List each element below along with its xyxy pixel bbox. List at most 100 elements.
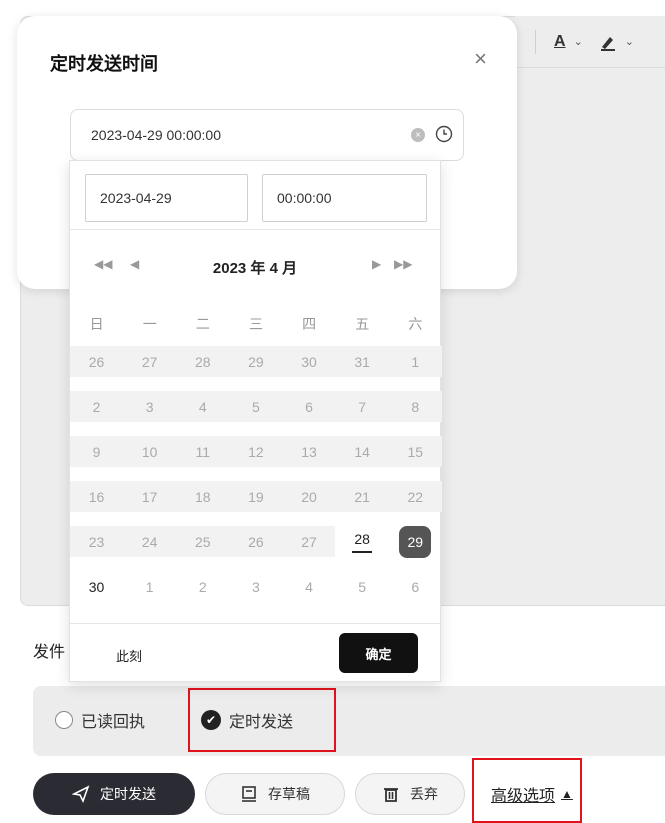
calendar-day-number: 18 — [195, 488, 211, 505]
calendar-day[interactable]: 10 — [123, 429, 176, 474]
font-color-icon[interactable]: A — [554, 33, 566, 51]
calendar-day[interactable]: 27 — [123, 339, 176, 384]
calendar-day-number: 5 — [252, 398, 260, 415]
calendar-day[interactable]: 6 — [283, 384, 336, 429]
calendar-day[interactable]: 9 — [70, 429, 123, 474]
calendar-day[interactable]: 28 — [176, 339, 229, 384]
scheduled-send-button[interactable]: 定时发送 — [33, 773, 195, 815]
weekday-header: 日 一 二 三 四 五 六 — [70, 309, 442, 339]
clear-icon[interactable]: × — [411, 128, 425, 142]
calendar-day[interactable]: 12 — [229, 429, 282, 474]
chevron-down-icon[interactable]: ⌄ — [574, 35, 583, 48]
calendar-day[interactable]: 2 — [176, 564, 229, 609]
calendar-day[interactable]: 20 — [283, 474, 336, 519]
calendar-week-row: 9 10 11 12 13 14 15 — [70, 429, 442, 474]
calendar-day-number: 10 — [141, 443, 158, 460]
calendar-day[interactable]: 14 — [336, 429, 389, 474]
calendar-day[interactable]: 7 — [336, 384, 389, 429]
now-button[interactable]: 此刻 — [116, 646, 142, 665]
calendar-day-number: 30 — [88, 578, 105, 595]
calendar-day-number: 26 — [88, 353, 105, 370]
calendar-day[interactable]: 27 — [283, 519, 336, 564]
calendar-day[interactable]: 28 — [336, 519, 389, 564]
calendar-day[interactable]: 30 — [283, 339, 336, 384]
calendar-day-number: 1 — [411, 353, 420, 370]
calendar-day[interactable]: 19 — [229, 474, 282, 519]
chevron-down-icon[interactable]: ⌄ — [625, 35, 634, 48]
calendar-week-row: 2 3 4 5 6 7 8 — [70, 384, 442, 429]
next-month-icon[interactable]: ▶ — [372, 257, 381, 271]
highlighter-icon[interactable] — [599, 33, 617, 51]
calendar-day-number: 28 — [352, 531, 372, 553]
calendar-day-number: 11 — [195, 443, 211, 460]
confirm-button[interactable]: 确定 — [339, 633, 418, 673]
calendar-day[interactable]: 21 — [336, 474, 389, 519]
date-time-picker: 2023-04-29 00:00:00 ◀◀ ◀ 2023 年 4 月 ▶ ▶▶… — [69, 160, 442, 682]
calendar-day[interactable]: 26 — [70, 339, 123, 384]
calendar-day[interactable]: 30 — [70, 564, 123, 609]
calendar-day[interactable]: 16 — [70, 474, 123, 519]
calendar-day[interactable]: 1 — [123, 564, 176, 609]
save-draft-label: 存草稿 — [268, 786, 310, 802]
read-receipt-label: 已读回执 — [81, 714, 146, 731]
calendar-day[interactable]: 29 — [389, 519, 442, 564]
calendar-day[interactable]: 5 — [229, 384, 282, 429]
calendar-day[interactable]: 24 — [123, 519, 176, 564]
calendar-day[interactable]: 31 — [336, 339, 389, 384]
calendar-day[interactable]: 11 — [176, 429, 229, 474]
picker-divider — [70, 229, 440, 230]
calendar-grid: 日 一 二 三 四 五 六 26 27 28 29 30 31 1 2 3 4 5 6 7 8 9 10 11 1… — [70, 309, 442, 609]
calendar-day-number: 19 — [248, 488, 264, 505]
calendar-day[interactable]: 17 — [123, 474, 176, 519]
calendar-day[interactable]: 3 — [229, 564, 282, 609]
clock-icon[interactable] — [435, 125, 453, 143]
date-input[interactable]: 2023-04-29 — [85, 174, 248, 222]
calendar-day[interactable]: 8 — [389, 384, 442, 429]
calendar-day[interactable]: 4 — [176, 384, 229, 429]
calendar-day-number: 4 — [305, 578, 313, 595]
calendar-day-number: 2 — [198, 578, 207, 595]
calendar-day-number: 3 — [252, 578, 260, 595]
calendar-day[interactable]: 15 — [389, 429, 442, 474]
next-year-icon[interactable]: ▶▶ — [394, 257, 412, 271]
calendar-day-number: 26 — [248, 533, 264, 550]
toolbar-separator — [535, 29, 536, 54]
calendar-day-number: 3 — [145, 398, 154, 415]
radio-unchecked-icon[interactable] — [55, 711, 73, 729]
calendar-day[interactable]: 5 — [336, 564, 389, 609]
time-input[interactable]: 00:00:00 — [262, 174, 427, 222]
calendar-day[interactable]: 1 — [389, 339, 442, 384]
advanced-options-panel: 已读回执 ✔ 定时发送 — [33, 686, 665, 756]
calendar-day[interactable]: 29 — [229, 339, 282, 384]
calendar-day[interactable]: 22 — [389, 474, 442, 519]
calendar-day-number: 20 — [301, 488, 317, 505]
calendar-weeks: 26 27 28 29 30 31 1 2 3 4 5 6 7 8 9 10 11 12 13 14 15 16 17 18 1… — [70, 339, 442, 609]
calendar-day[interactable]: 4 — [283, 564, 336, 609]
calendar-day-number: 27 — [301, 533, 317, 550]
calendar-day-number: 4 — [198, 398, 207, 415]
datetime-input[interactable]: 2023-04-29 00:00:00 × — [70, 109, 464, 161]
calendar-day-number: 24 — [141, 533, 158, 550]
calendar-day-number: 12 — [248, 443, 264, 460]
calendar-day[interactable]: 18 — [176, 474, 229, 519]
calendar-week-row: 26 27 28 29 30 31 1 — [70, 339, 442, 384]
discard-button[interactable]: 丢弃 — [355, 773, 465, 815]
calendar-day-number: 29 — [248, 353, 264, 370]
calendar-day-number: 27 — [141, 353, 158, 370]
calendar-day[interactable]: 26 — [229, 519, 282, 564]
datetime-value: 2023-04-29 00:00:00 — [91, 127, 221, 143]
calendar-day[interactable]: 13 — [283, 429, 336, 474]
calendar-day-number: 13 — [301, 443, 317, 460]
save-draft-button[interactable]: 存草稿 — [205, 773, 345, 815]
calendar-day[interactable]: 25 — [176, 519, 229, 564]
month-title: 2023 年 4 月 — [212, 260, 298, 277]
calendar-day[interactable]: 3 — [123, 384, 176, 429]
close-icon[interactable]: × — [474, 46, 487, 72]
trash-icon — [384, 788, 398, 802]
calendar-day[interactable]: 23 — [70, 519, 123, 564]
calendar-day[interactable]: 6 — [389, 564, 442, 609]
calendar-day[interactable]: 2 — [70, 384, 123, 429]
read-receipt-option[interactable]: 已读回执 — [55, 708, 145, 732]
weekday-label: 四 — [302, 316, 317, 332]
scheduled-send-button-label: 定时发送 — [100, 786, 156, 802]
